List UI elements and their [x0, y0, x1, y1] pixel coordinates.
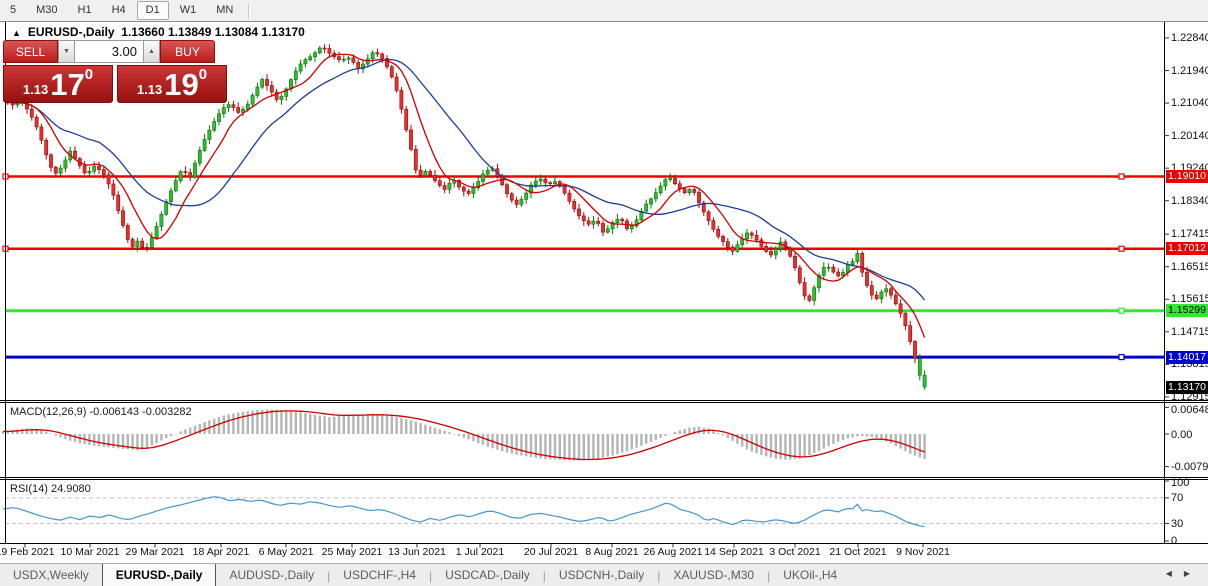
sell-price-pips: 17: [50, 70, 84, 100]
buy-button[interactable]: BUY: [160, 40, 215, 63]
price-axis-tick-label: 1.18340: [1171, 195, 1208, 207]
tab-scroll-buttons: ◀▶: [1166, 569, 1202, 578]
rsi-value: 24.9080: [51, 483, 91, 495]
tab-scroll-left-icon[interactable]: ◀: [1166, 569, 1184, 578]
date-axis-label: 25 May 2021: [322, 546, 383, 558]
symbol-period-label: EURUSD-,Daily: [28, 25, 115, 39]
date-axis-label: 18 Apr 2021: [193, 546, 250, 558]
macd-indicator-label: MACD(12,26,9) -0.006143 -0.003282: [10, 406, 192, 418]
buy-price-base: 1.13: [137, 80, 162, 100]
date-axis-label: 3 Oct 2021: [769, 546, 820, 558]
chevron-down-icon: ▼: [63, 48, 70, 55]
rsi-layer: [3, 497, 1164, 527]
volume-increase-button[interactable]: ▲: [143, 40, 160, 63]
hline-price-label: 1.15299: [1166, 304, 1208, 317]
chart-tab-usdcnh-daily[interactable]: USDCNH-,Daily: [546, 564, 657, 586]
current-price-label: 1.13170: [1166, 381, 1208, 394]
ohlc-values: 1.13660 1.13849 1.13084 1.13170: [121, 25, 305, 39]
sell-price-display[interactable]: 1.13170: [3, 65, 113, 103]
hline-price-label: 1.19010: [1166, 170, 1208, 183]
one-click-trade-panel: SELL ▼ ▲ BUY 1.13170 1.13190: [3, 40, 227, 103]
price-axis-tick-label: 1.22840: [1171, 32, 1208, 44]
chart-tab-usdcad-daily[interactable]: USDCAD-,Daily: [432, 564, 543, 586]
price-axis-tick-label: 1.21040: [1171, 97, 1208, 109]
chart-tab-usdx-weekly[interactable]: USDX,Weekly: [0, 564, 102, 586]
volume-decrease-button[interactable]: ▼: [58, 40, 75, 63]
price-axis-tick-label: 1.21940: [1171, 65, 1208, 77]
price-axis-tick-label: 1.20140: [1171, 130, 1208, 142]
date-axis-label: 8 Aug 2021: [585, 546, 638, 558]
buy-price-superscript: 0: [199, 68, 207, 82]
chart-tab-ukoil-h4[interactable]: UKOil-,H4: [770, 564, 850, 586]
date-axis-label: 1 Jul 2021: [456, 546, 504, 558]
chart-tab-bar: USDX,WeeklyEURUSD-,DailyAUDUSD-,Daily|US…: [0, 563, 1208, 586]
date-axis-label: 20 Jul 2021: [524, 546, 578, 558]
price-axis-tick-label: 1.14715: [1171, 326, 1208, 338]
hlines-layer: [3, 174, 1164, 360]
price-axis-tick-label: 1.17415: [1171, 228, 1208, 240]
tab-scroll-right-icon[interactable]: ▶: [1184, 569, 1202, 578]
macd-axis-tick-label: 0.00: [1171, 429, 1192, 441]
date-axis-label: 19 Feb 2021: [0, 546, 54, 558]
buy-price-display[interactable]: 1.13190: [117, 65, 227, 103]
sell-price-base: 1.13: [23, 80, 48, 100]
sell-price-superscript: 0: [85, 68, 93, 82]
date-axis-label: 6 May 2021: [259, 546, 314, 558]
chevron-up-icon: ▲: [148, 48, 155, 55]
tick-marks: [25, 38, 1169, 548]
collapse-panel-icon[interactable]: ▲: [12, 28, 21, 38]
chart-title: ▲ EURUSD-,Daily 1.13660 1.13849 1.13084 1…: [12, 25, 305, 39]
chart-tab-audusd-daily[interactable]: AUDUSD-,Daily: [216, 564, 327, 586]
chart-tab-xauusd-m30[interactable]: XAUUSD-,M30: [660, 564, 767, 586]
date-axis-label: 9 Nov 2021: [896, 546, 950, 558]
chart-tab-eurusd-daily[interactable]: EURUSD-,Daily: [102, 564, 217, 586]
rsi-axis-tick-label: 0: [1171, 535, 1177, 547]
date-axis-label: 29 Mar 2021: [126, 546, 185, 558]
hline-price-label: 1.14017: [1166, 351, 1208, 364]
date-axis-label: 21 Oct 2021: [829, 546, 886, 558]
hline-price-label: 1.17012: [1166, 242, 1208, 255]
buy-price-pips: 19: [164, 70, 198, 100]
macd-axis-tick-label: 0.006485: [1171, 404, 1208, 416]
trading-platform-window: 5M30H1H4D1W1MN ▲EURUSD-,Daily 1.13660 1.…: [0, 0, 1208, 586]
macd-main-value: -0.006143: [89, 406, 139, 418]
date-axis-label: 13 Jun 2021: [388, 546, 446, 558]
rsi-axis-tick-label: 70: [1171, 492, 1183, 504]
macd-signal-value: -0.003282: [142, 406, 192, 418]
sell-button[interactable]: SELL: [3, 40, 58, 63]
macd-axis-tick-label: -0.007947: [1171, 461, 1208, 473]
date-axis-label: 10 Mar 2021: [61, 546, 120, 558]
volume-input[interactable]: [75, 40, 143, 63]
rsi-indicator-label: RSI(14) 24.9080: [10, 483, 91, 495]
chart-tab-usdchf-h4[interactable]: USDCHF-,H4: [330, 564, 429, 586]
rsi-axis-tick-label: 100: [1171, 477, 1189, 489]
date-axis-label: 14 Sep 2021: [704, 546, 764, 558]
price-axis-tick-label: 1.16515: [1171, 261, 1208, 273]
rsi-line: [3, 497, 925, 527]
rsi-axis-tick-label: 30: [1171, 518, 1183, 530]
date-axis-label: 26 Aug 2021: [644, 546, 703, 558]
